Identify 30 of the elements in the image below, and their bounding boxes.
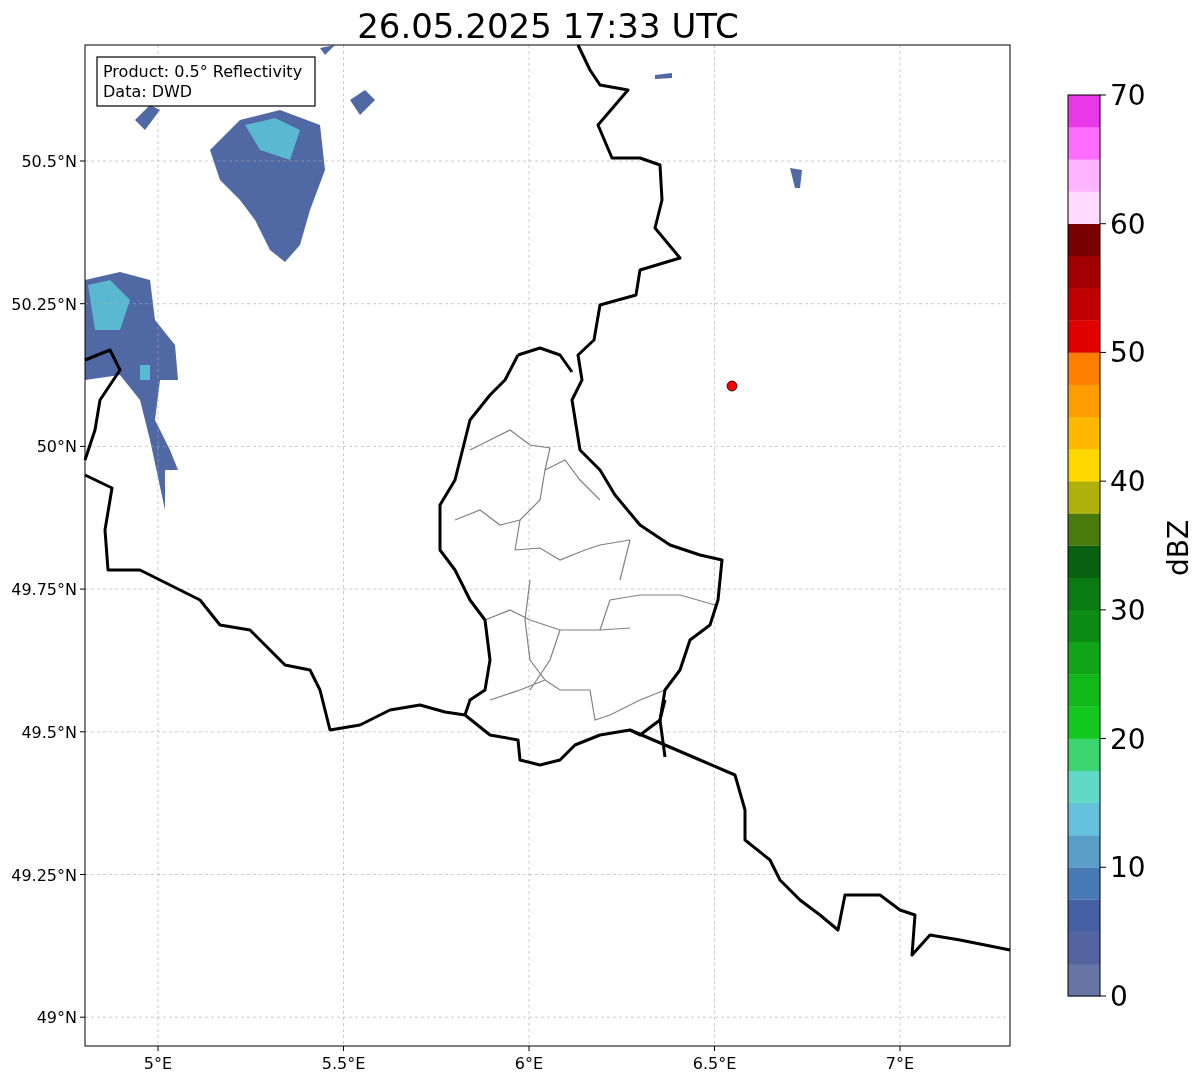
plot-title: 26.05.2025 17:33 UTC: [357, 6, 739, 46]
colorbar-label: dBZ: [1162, 519, 1195, 577]
colorbar-tick-label: 50: [1110, 336, 1146, 370]
colorbar-tick-label: 20: [1110, 722, 1146, 756]
info-text: Product: 0.5° Reflectivity: [103, 62, 303, 81]
latitude-label: 49.75°N: [11, 580, 77, 600]
radar-echo: [350, 90, 375, 115]
colorbar-tick-label: 0: [1110, 980, 1128, 1013]
colorbar-tick-label: 10: [1110, 851, 1146, 885]
colorbar-tick-label: 30: [1110, 593, 1146, 627]
radar-echo: [655, 73, 672, 79]
location-marker: [726, 380, 738, 392]
latitude-label: 50.25°N: [11, 294, 77, 314]
radar-echo: [790, 168, 802, 188]
longitude-label: 5.5°E: [321, 1054, 366, 1073]
longitude-label: 6°E: [514, 1054, 544, 1073]
colorbar-tick-label: 70: [1110, 79, 1146, 112]
latitude-label: 49.5°N: [21, 722, 77, 742]
latitude-label: 50.5°N: [21, 152, 77, 171]
radar-echo: [320, 45, 335, 55]
info-text: Data: DWD: [103, 82, 193, 101]
longitude-label: 7°E: [885, 1054, 915, 1073]
colorbar-tick-label: 40: [1110, 465, 1146, 499]
longitude-label: 5°E: [143, 1054, 173, 1073]
latitude-label: 49°N: [36, 1008, 77, 1028]
latitude-label: 49.25°N: [11, 865, 77, 885]
radar-echo: [135, 105, 160, 130]
latitude-label: 50°N: [36, 437, 77, 457]
longitude-label: 6.5°E: [692, 1054, 737, 1073]
colorbar-tick-label: 60: [1110, 207, 1146, 241]
